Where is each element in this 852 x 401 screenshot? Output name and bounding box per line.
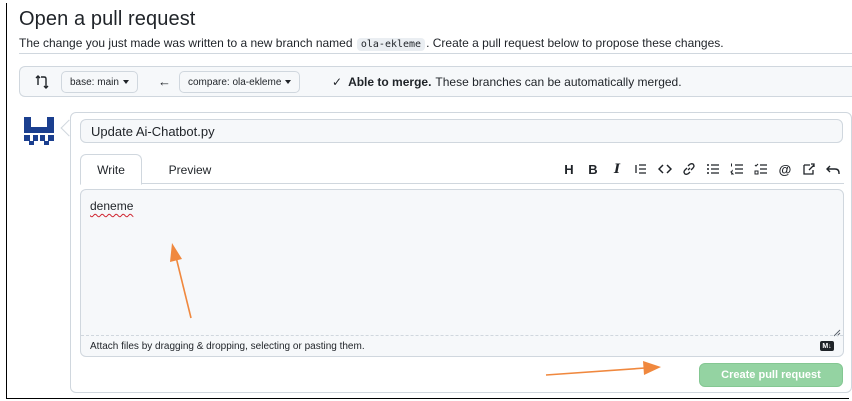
avatar[interactable] bbox=[21, 113, 57, 149]
tab-preview[interactable]: Preview bbox=[160, 154, 220, 185]
page-subtitle: The change you just made was written to … bbox=[19, 36, 724, 51]
mention-icon[interactable]: @ bbox=[774, 159, 796, 179]
quote-icon[interactable] bbox=[630, 159, 652, 179]
git-compare-icon bbox=[34, 74, 50, 90]
base-branch-label: base: main bbox=[70, 76, 119, 88]
chevron-down-icon bbox=[122, 80, 129, 84]
branch-name-chip: ola-ekleme bbox=[356, 38, 426, 51]
resize-handle-icon[interactable] bbox=[833, 324, 841, 337]
pr-body-textarea[interactable]: deneme Attach files by dragging & droppi… bbox=[80, 189, 844, 357]
attach-files-hint: Attach files by dragging & dropping, sel… bbox=[90, 340, 365, 352]
markdown-icon[interactable]: M↓ bbox=[820, 341, 834, 351]
undo-icon[interactable] bbox=[822, 159, 844, 179]
chevron-down-icon bbox=[285, 80, 292, 84]
editor-tabs: Write Preview H B I @ bbox=[80, 154, 844, 185]
bold-icon[interactable]: B bbox=[582, 159, 604, 179]
heading-icon[interactable]: H bbox=[558, 159, 580, 179]
subtitle-text-after: . Create a pull request below to propose… bbox=[426, 36, 724, 50]
link-icon[interactable] bbox=[678, 159, 700, 179]
subtitle-text-before: The change you just made was written to … bbox=[19, 36, 353, 50]
create-pull-request-button[interactable]: Create pull request bbox=[699, 363, 843, 387]
merge-status-title: Able to merge. bbox=[348, 75, 432, 89]
compare-bar: base: main ← compare: ola-ekleme ✓ Able … bbox=[19, 66, 852, 97]
unordered-list-icon[interactable] bbox=[702, 159, 724, 179]
header-divider bbox=[19, 53, 852, 54]
page-title: Open a pull request bbox=[19, 8, 196, 30]
cross-reference-icon[interactable] bbox=[798, 159, 820, 179]
pr-title-input[interactable]: Update Ai-Chatbot.py bbox=[80, 119, 843, 143]
merge-status: ✓ Able to merge. These branches can be a… bbox=[332, 75, 682, 89]
arrow-left-icon: ← bbox=[158, 74, 171, 89]
task-list-icon[interactable] bbox=[750, 159, 772, 179]
ordered-list-icon[interactable] bbox=[726, 159, 748, 179]
attach-files-area[interactable]: Attach files by dragging & dropping, sel… bbox=[81, 335, 843, 356]
code-icon[interactable] bbox=[654, 159, 676, 179]
base-branch-select[interactable]: base: main bbox=[61, 71, 138, 93]
tab-write[interactable]: Write bbox=[80, 154, 142, 185]
merge-status-detail: These branches can be automatically merg… bbox=[435, 75, 682, 89]
check-icon: ✓ bbox=[332, 75, 343, 89]
italic-icon[interactable]: I bbox=[606, 159, 628, 179]
pull-request-form: Update Ai-Chatbot.py Write Preview H B I bbox=[70, 112, 852, 393]
compare-branch-label: compare: ola-ekleme bbox=[188, 76, 282, 88]
pr-body-text: deneme bbox=[90, 199, 134, 213]
markdown-toolbar: H B I @ bbox=[556, 159, 844, 179]
compare-branch-select[interactable]: compare: ola-ekleme bbox=[179, 71, 301, 93]
